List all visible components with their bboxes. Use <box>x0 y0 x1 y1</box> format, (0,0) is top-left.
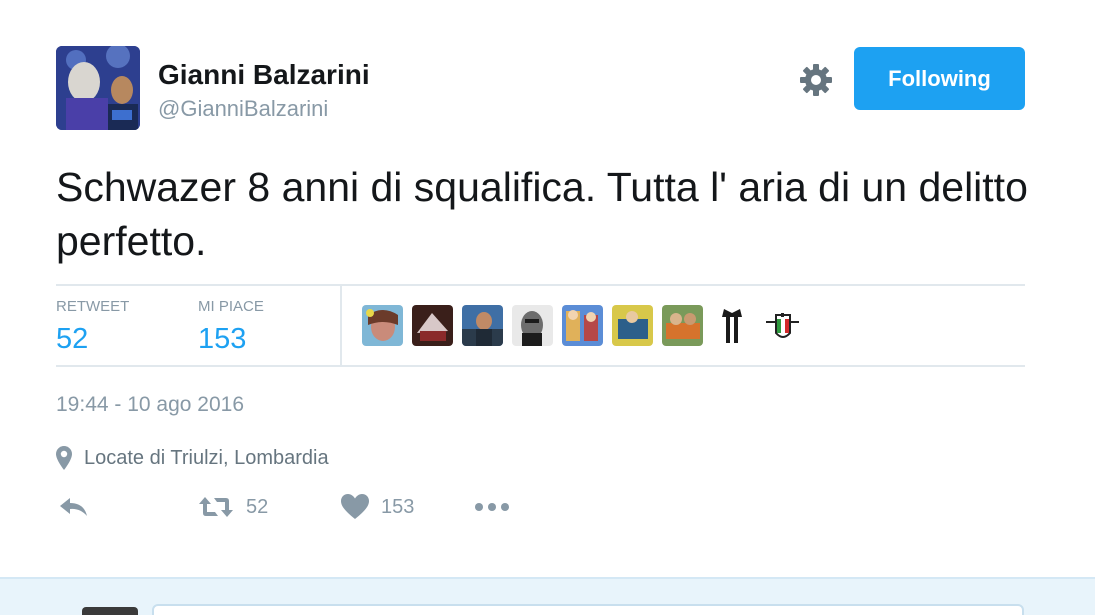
following-button[interactable]: Following <box>854 47 1025 110</box>
retweet-stat-count[interactable]: 52 <box>56 322 88 356</box>
map-pin-icon <box>56 446 72 470</box>
liker-avatar[interactable] <box>612 305 653 346</box>
stats-top-divider <box>56 284 1025 286</box>
retweet-stat-label: RETWEET <box>56 298 130 315</box>
liker-avatar[interactable] <box>462 305 503 346</box>
liker-avatar[interactable] <box>512 305 553 346</box>
author-name[interactable]: Gianni Balzarini <box>158 58 370 92</box>
tweet-text: Schwazer 8 anni di squalifica. Tutta l' … <box>56 164 1028 264</box>
tweet-location[interactable]: Locate di Triulzi, Lombardia <box>56 445 329 471</box>
stats-bottom-divider <box>56 365 1025 367</box>
location-label: Locate di Triulzi, Lombardia <box>84 446 329 469</box>
liker-avatar[interactable] <box>712 305 753 346</box>
avatar-image <box>56 46 140 130</box>
author-avatar[interactable] <box>56 46 140 130</box>
stats-vertical-divider <box>340 286 342 366</box>
reply-user-avatar <box>82 607 138 615</box>
retweet-action-count: 52 <box>246 495 269 518</box>
retweet-icon <box>199 497 233 517</box>
author-handle[interactable]: @GianniBalzarini <box>158 95 328 123</box>
liker-avatar[interactable] <box>412 305 453 346</box>
like-action-count: 153 <box>381 495 415 518</box>
liker-avatar[interactable] <box>662 305 703 346</box>
more-dots-icon <box>475 503 509 511</box>
like-stat-label: MI PIACE <box>198 298 264 315</box>
reply-input[interactable] <box>152 604 1024 615</box>
reply-icon <box>60 498 87 516</box>
reply-button[interactable] <box>58 490 90 524</box>
retweet-button[interactable]: 52 <box>198 490 268 524</box>
liker-avatar[interactable] <box>762 305 803 346</box>
heart-icon <box>341 494 369 519</box>
liker-avatar[interactable] <box>562 305 603 346</box>
tweet-timestamp[interactable]: 19:44 - 10 ago 2016 <box>56 392 244 418</box>
more-button[interactable] <box>474 490 510 524</box>
like-button[interactable]: 153 <box>341 490 414 524</box>
tweet-page: Gianni Balzarini @GianniBalzarini Follow… <box>0 0 1095 615</box>
gear-icon[interactable] <box>798 62 834 98</box>
like-stat-count[interactable]: 153 <box>198 322 246 356</box>
liker-avatar[interactable] <box>362 305 403 346</box>
